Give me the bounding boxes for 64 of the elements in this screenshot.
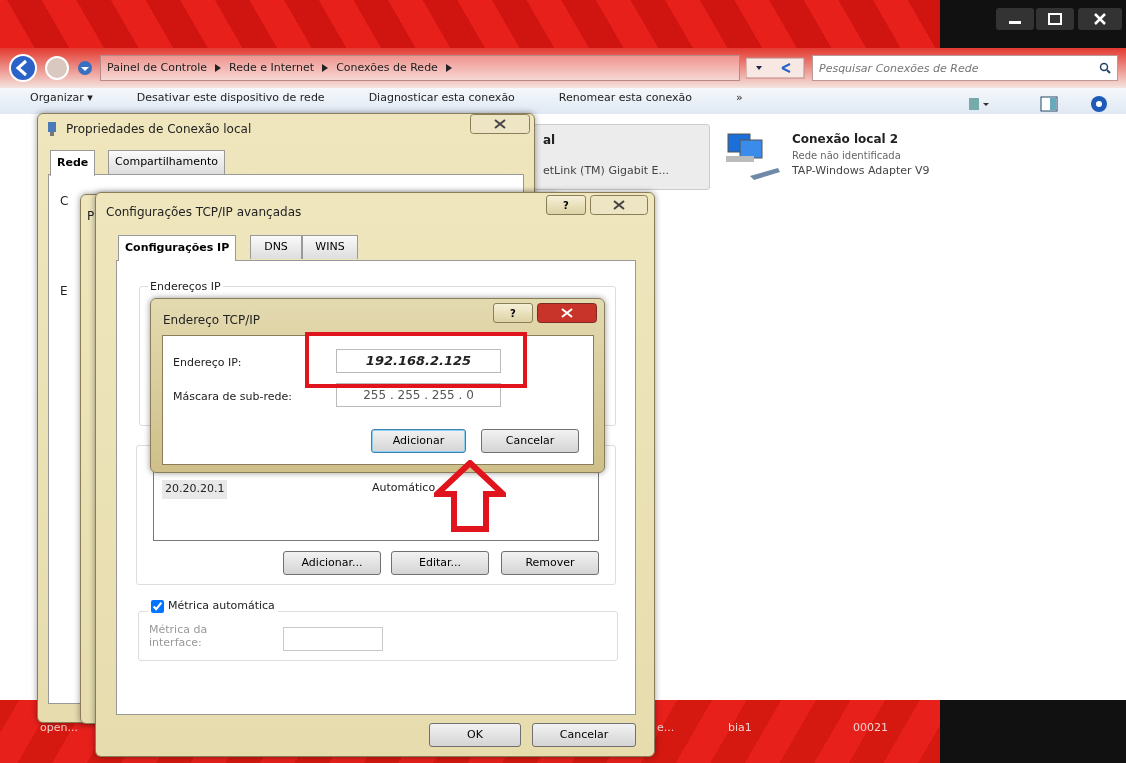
back-button[interactable] — [8, 53, 38, 83]
tab[interactable]: Configurações IP — [118, 235, 237, 261]
connection-name: Conexão local 2 — [792, 131, 900, 148]
label-fragment: E — [60, 283, 68, 300]
connection-name-fragment: al — [543, 132, 557, 149]
tab[interactable]: Rede — [50, 150, 96, 176]
refresh-button[interactable] — [746, 56, 806, 80]
view-menu-icon[interactable] — [968, 96, 990, 112]
close-button[interactable] — [470, 114, 530, 134]
toolbar-button[interactable]: Diagnosticar esta conexão — [368, 90, 515, 107]
dialog-button[interactable]: Cancelar — [532, 723, 636, 747]
checkbox-label: Métrica automática — [168, 598, 275, 614]
label-fragment: C — [60, 193, 69, 210]
chevron-icon — [445, 64, 452, 72]
search-field[interactable]: Pesquisar Conexões de Rede — [812, 55, 1118, 81]
table-cell-text: Automático — [372, 480, 436, 496]
search-icon — [1099, 62, 1111, 74]
toolbar-button[interactable]: Renomear esta conexão — [558, 90, 693, 107]
toolbar-button[interactable]: » — [736, 90, 743, 107]
taskbar-button[interactable]: bia1 — [728, 720, 752, 737]
adapter-name: etLink (TM) Gigabit E... — [543, 163, 669, 179]
tab[interactable]: Compartilhamento — [108, 150, 225, 174]
minimize-button[interactable] — [996, 8, 1034, 30]
dialog-title-fragment: P — [87, 208, 95, 225]
taskbar-button[interactable]: open... — [40, 720, 78, 737]
chevron-icon — [215, 64, 221, 72]
close-button[interactable] — [1078, 8, 1122, 30]
breadcrumb-item[interactable]: Rede e Internet — [229, 59, 315, 77]
list-button[interactable]: Editar... — [391, 551, 489, 575]
field-label: Métrica da interface: — [149, 623, 209, 650]
connection-status: Rede não identificada — [792, 149, 902, 163]
network-adapter-icon — [46, 121, 58, 137]
preview-pane-icon[interactable] — [1040, 96, 1058, 112]
field-label: Máscara de sub-rede: — [173, 389, 292, 405]
ip-address-field[interactable]: 192.168.2.125 — [336, 349, 501, 373]
help-button[interactable]: ? — [493, 303, 533, 323]
dialog-title: Propriedades de Conexão local — [66, 121, 252, 138]
table-cell: 20.20.20.1 — [162, 480, 228, 499]
toolbar-button[interactable]: Organizar ▾ — [30, 90, 93, 107]
breadcrumb-item[interactable]: Conexões de Rede — [336, 59, 438, 77]
dialog-button[interactable]: Cancelar — [481, 429, 579, 453]
dialog-button[interactable]: Adicionar — [371, 429, 466, 453]
tab[interactable]: DNS — [250, 235, 302, 259]
breadcrumb-item[interactable]: Painel de Controle — [107, 59, 207, 77]
list-button[interactable]: Adicionar... — [283, 551, 381, 575]
toolbar-button[interactable]: Desativar este dispositivo de rede — [136, 90, 325, 107]
close-button[interactable] — [590, 195, 648, 215]
tab[interactable]: WINS — [302, 235, 358, 259]
forward-button[interactable] — [44, 55, 70, 81]
chevron-icon — [322, 64, 329, 72]
dialog-title: Endereço TCP/IP — [163, 312, 261, 329]
dialog-button[interactable]: OK — [429, 723, 521, 747]
help-icon[interactable] — [1090, 95, 1108, 113]
list-button[interactable]: Remover — [501, 551, 599, 575]
network-computers-icon — [724, 130, 782, 180]
taskbar-button[interactable]: e... — [657, 720, 675, 737]
close-button[interactable] — [537, 303, 597, 323]
maximize-button[interactable] — [1036, 8, 1074, 30]
connection-item[interactable]: Conexão local 2 Rede não identificada TAP-Windows Adapter V9 — [718, 124, 936, 186]
taskbar-button[interactable]: 00021 — [853, 720, 888, 737]
help-button[interactable]: ? — [546, 195, 586, 215]
dialog-title: Configurações TCP/IP avançadas — [106, 204, 302, 221]
adapter-name: TAP-Windows Adapter V9 — [792, 163, 930, 179]
field-label: Endereço IP: — [173, 355, 242, 371]
